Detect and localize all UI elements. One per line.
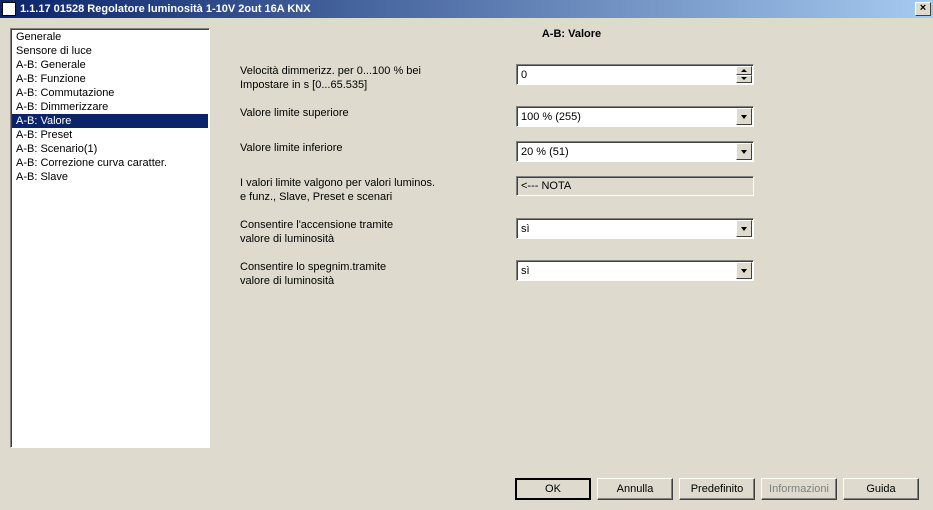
- button-row: OK Annulla Predefinito Informazioni Guid…: [10, 470, 923, 500]
- lower-limit-select[interactable]: 20 % (51): [516, 141, 754, 162]
- param-row: Valore limite inferiore 20 % (51): [240, 141, 903, 162]
- param-label: Velocità dimmerizz. per 0...100 % bei Im…: [240, 64, 516, 92]
- sidebar-item-ab-valore[interactable]: A-B: Valore: [12, 114, 208, 128]
- sidebar-item-ab-generale[interactable]: A-B: Generale: [12, 58, 208, 72]
- chevron-down-icon[interactable]: [736, 262, 752, 279]
- sidebar: Generale Sensore di luce A-B: Generale A…: [10, 28, 210, 448]
- sidebar-item-ab-commutazione[interactable]: A-B: Commutazione: [12, 86, 208, 100]
- speed-spinner[interactable]: 0: [516, 64, 754, 85]
- sidebar-item-ab-dimmerizzare[interactable]: A-B: Dimmerizzare: [12, 100, 208, 114]
- param-row: Consentire l'accensione tramite valore d…: [240, 218, 903, 246]
- sidebar-item-sensore[interactable]: Sensore di luce: [12, 44, 208, 58]
- sidebar-item-ab-preset[interactable]: A-B: Preset: [12, 128, 208, 142]
- sidebar-item-ab-scenario[interactable]: A-B: Scenario(1): [12, 142, 208, 156]
- param-row: Velocità dimmerizz. per 0...100 % bei Im…: [240, 64, 903, 92]
- content-row: Generale Sensore di luce A-B: Generale A…: [10, 28, 923, 470]
- note-field: <--- NOTA: [516, 176, 754, 196]
- upper-limit-select[interactable]: 100 % (255): [516, 106, 754, 127]
- param-label: Consentire lo spegnim.tramite valore di …: [240, 260, 516, 288]
- sidebar-item-generale[interactable]: Generale: [12, 30, 208, 44]
- panel: Generale Sensore di luce A-B: Generale A…: [10, 28, 923, 500]
- param-row: Valore limite superiore 100 % (255): [240, 106, 903, 127]
- param-row: Consentire lo spegnim.tramite valore di …: [240, 260, 903, 288]
- close-button[interactable]: ×: [915, 2, 931, 16]
- allow-on-select[interactable]: sì: [516, 218, 754, 239]
- main-panel: A-B: Valore Velocità dimmerizz. per 0...…: [220, 28, 923, 448]
- sidebar-item-ab-correzione[interactable]: A-B: Correzione curva caratter.: [12, 156, 208, 170]
- cancel-button[interactable]: Annulla: [597, 478, 673, 500]
- sidebar-item-ab-funzione[interactable]: A-B: Funzione: [12, 72, 208, 86]
- default-button[interactable]: Predefinito: [679, 478, 755, 500]
- param-label: Valore limite superiore: [240, 106, 516, 120]
- select-value: 100 % (255): [521, 111, 581, 123]
- spin-up-icon[interactable]: [736, 66, 752, 75]
- spin-down-icon[interactable]: [736, 75, 752, 84]
- param-label: Consentire l'accensione tramite valore d…: [240, 218, 516, 246]
- param-row: I valori limite valgono per valori lumin…: [240, 176, 903, 204]
- chevron-down-icon[interactable]: [736, 220, 752, 237]
- select-value: sì: [521, 265, 530, 277]
- sidebar-item-ab-slave[interactable]: A-B: Slave: [12, 170, 208, 184]
- spinner-value: 0: [521, 69, 527, 81]
- chevron-down-icon[interactable]: [736, 143, 752, 160]
- chevron-down-icon[interactable]: [736, 108, 752, 125]
- window-title: 1.1.17 01528 Regolatore luminosità 1-10V…: [20, 3, 915, 15]
- param-label: Valore limite inferiore: [240, 141, 516, 155]
- page-title: A-B: Valore: [240, 28, 903, 40]
- select-value: 20 % (51): [521, 146, 569, 158]
- titlebar: 1.1.17 01528 Regolatore luminosità 1-10V…: [0, 0, 933, 18]
- info-button: Informazioni: [761, 478, 837, 500]
- allow-off-select[interactable]: sì: [516, 260, 754, 281]
- help-button[interactable]: Guida: [843, 478, 919, 500]
- app-icon: [2, 2, 16, 16]
- ok-button[interactable]: OK: [515, 478, 591, 500]
- client-area: Generale Sensore di luce A-B: Generale A…: [0, 18, 933, 510]
- param-label: I valori limite valgono per valori lumin…: [240, 176, 516, 204]
- select-value: sì: [521, 223, 530, 235]
